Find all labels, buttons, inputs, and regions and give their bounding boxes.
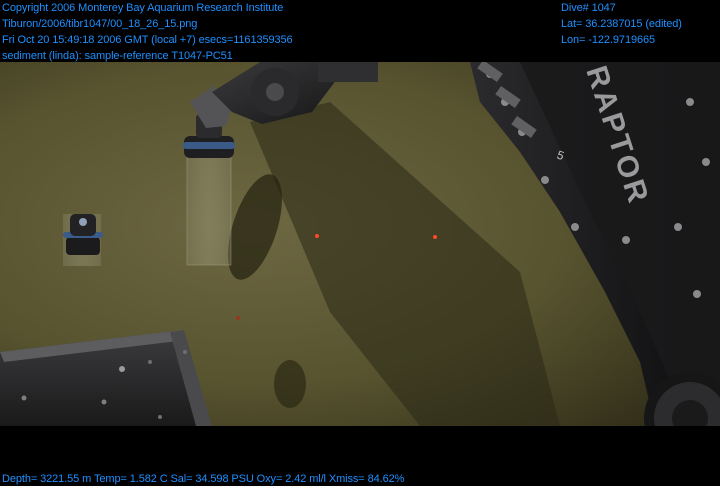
pit-shadow (274, 360, 306, 408)
header-right-overlay: Dive# 1047 Lat= 36.2387015 (edited) Lon=… (561, 0, 682, 48)
copyright-text: Copyright 2006 Monterey Bay Aquarium Res… (2, 2, 284, 14)
push-core-held (183, 114, 235, 266)
laser-dot-left (315, 234, 319, 238)
annotation-text: sediment (linda): sample-reference T1047… (2, 50, 233, 62)
seafloor-scene: RAPTOR 5 (0, 62, 720, 426)
longitude-text: Lon= -122.9719665 (561, 34, 656, 46)
timestamp-text: Fri Oct 20 15:49:18 2006 GMT (local +7) … (2, 34, 293, 46)
latitude-text: Lat= 36.2387015 (edited) (561, 18, 682, 30)
red-organism (236, 316, 240, 320)
video-frame: RAPTOR 5 Copyright 2006 Monterey Bay Aqu… (0, 0, 720, 486)
dive-number-text: Dive# 1047 (561, 2, 616, 14)
laser-dot-right (433, 235, 437, 239)
header-left-overlay: Copyright 2006 Monterey Bay Aquarium Res… (2, 0, 293, 64)
file-path-text: Tiburon/2006/tibr1047/00_18_26_15.png (2, 18, 198, 30)
telemetry-bar: Depth= 3221.55 m Temp= 1.582 C Sal= 34.5… (2, 471, 404, 486)
telemetry-text: Depth= 3221.55 m Temp= 1.582 C Sal= 34.5… (2, 473, 405, 485)
push-core-left (63, 214, 103, 266)
